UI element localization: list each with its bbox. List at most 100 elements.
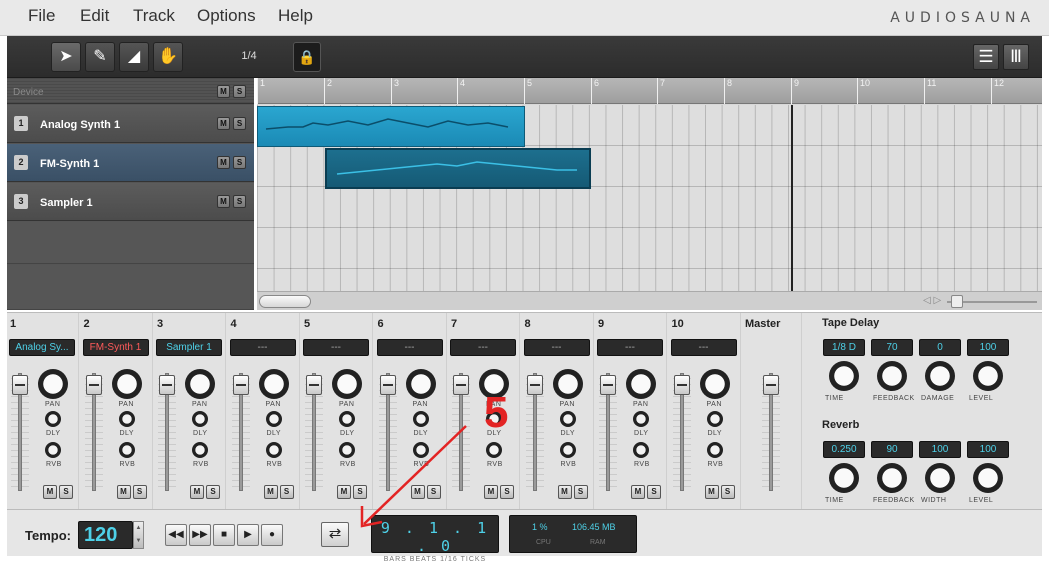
volume-fader-handle[interactable] xyxy=(526,375,543,395)
rewind-button[interactable]: ◀◀ xyxy=(165,524,187,546)
fx-parameter-value[interactable]: 0 xyxy=(919,339,961,356)
fx-parameter-knob[interactable] xyxy=(877,361,907,391)
fx-parameter-value[interactable]: 1/8 D xyxy=(823,339,865,356)
pattern-clip-selected[interactable] xyxy=(325,148,591,189)
track-solo-button[interactable]: S xyxy=(233,156,246,169)
stop-button[interactable]: ■ xyxy=(213,524,235,546)
channel-mute-button[interactable]: M xyxy=(263,485,278,499)
channel-solo-button[interactable]: S xyxy=(573,485,588,499)
channel-instrument-select[interactable]: --- xyxy=(670,339,737,356)
pattern-clip[interactable] xyxy=(257,106,525,147)
pan-knob[interactable] xyxy=(185,369,215,399)
volume-fader-handle[interactable] xyxy=(232,375,249,395)
pan-knob[interactable] xyxy=(699,369,730,399)
channel-solo-button[interactable]: S xyxy=(279,485,294,499)
pan-knob[interactable] xyxy=(626,369,656,399)
delay-send-knob[interactable] xyxy=(265,411,282,427)
reverb-send-knob[interactable] xyxy=(192,442,208,458)
reverb-send-knob[interactable] xyxy=(486,442,502,458)
zoom-arrows-icon[interactable]: ◁ ▷ xyxy=(923,295,941,306)
fx-parameter-knob[interactable] xyxy=(973,361,1003,391)
delay-send-knob[interactable] xyxy=(633,411,649,427)
pan-knob[interactable] xyxy=(405,369,436,399)
fx-parameter-value[interactable]: 90 xyxy=(871,441,913,458)
channel-instrument-select[interactable]: --- xyxy=(597,339,663,356)
volume-fader-handle[interactable] xyxy=(673,375,690,395)
fx-parameter-knob[interactable] xyxy=(973,463,1003,493)
reverb-send-knob[interactable] xyxy=(339,442,355,458)
channel-instrument-select[interactable]: --- xyxy=(523,339,590,356)
channel-solo-button[interactable]: S xyxy=(720,485,735,499)
channel-mute-button[interactable]: M xyxy=(557,485,572,499)
delay-send-knob[interactable] xyxy=(559,411,576,427)
tempo-stepper[interactable]: ▲ ▼ xyxy=(133,521,144,549)
fx-parameter-value[interactable]: 100 xyxy=(967,339,1009,356)
channel-solo-button[interactable]: S xyxy=(353,485,367,499)
channel-instrument-select[interactable]: FM-Synth 1 xyxy=(82,339,149,356)
track-row[interactable]: 3 Sampler 1 M S xyxy=(7,183,254,221)
volume-fader-handle[interactable] xyxy=(600,375,616,395)
channel-instrument-select[interactable]: --- xyxy=(303,339,369,356)
channel-solo-button[interactable]: S xyxy=(206,485,220,499)
reverb-send-knob[interactable] xyxy=(559,442,576,458)
fx-parameter-value[interactable]: 0.250 xyxy=(823,441,865,458)
channel-mute-button[interactable]: M xyxy=(410,485,425,499)
loop-button[interactable]: ⇄ xyxy=(321,522,349,547)
quantize-value[interactable]: 1/4 xyxy=(231,50,267,62)
fx-parameter-knob[interactable] xyxy=(925,361,955,391)
menu-track[interactable]: Track xyxy=(133,6,175,26)
fx-parameter-value[interactable]: 100 xyxy=(919,441,961,458)
volume-fader-handle[interactable] xyxy=(306,375,322,395)
reverb-send-knob[interactable] xyxy=(633,442,649,458)
fx-parameter-value[interactable]: 70 xyxy=(871,339,913,356)
song-end-marker[interactable] xyxy=(791,105,793,291)
track-mute-button[interactable]: M xyxy=(217,195,230,208)
channel-instrument-select[interactable]: --- xyxy=(450,339,516,356)
channel-mute-button[interactable]: M xyxy=(116,485,131,499)
pencil-tool-button[interactable]: ✎ xyxy=(85,42,115,72)
tempo-input[interactable]: 120 xyxy=(78,521,133,549)
eraser-tool-button[interactable]: ◢ xyxy=(119,42,149,72)
delay-send-knob[interactable] xyxy=(412,411,429,427)
fx-parameter-knob[interactable] xyxy=(829,463,859,493)
scrollbar-thumb[interactable] xyxy=(259,295,311,308)
pointer-tool-button[interactable]: ➤ xyxy=(51,42,81,72)
menu-help[interactable]: Help xyxy=(278,6,313,26)
channel-mute-button[interactable]: M xyxy=(43,485,57,499)
channel-solo-button[interactable]: S xyxy=(426,485,441,499)
channel-solo-button[interactable]: S xyxy=(59,485,73,499)
channel-mute-button[interactable]: M xyxy=(337,485,351,499)
zoom-slider-knob[interactable] xyxy=(951,295,963,308)
track-solo-button[interactable]: S xyxy=(233,195,246,208)
pan-knob[interactable] xyxy=(332,369,362,399)
volume-fader-handle[interactable] xyxy=(12,375,28,395)
hand-tool-button[interactable]: ✋ xyxy=(153,42,183,72)
arrangement-timeline[interactable]: 1 2 3 4 5 6 7 8 9 10 11 12 ◁ ▷ xyxy=(257,78,1042,310)
track-mute-button[interactable]: M xyxy=(217,156,230,169)
record-button[interactable]: ● xyxy=(261,524,283,546)
delay-send-knob[interactable] xyxy=(45,411,61,427)
reverb-send-knob[interactable] xyxy=(412,442,429,458)
channel-solo-button[interactable]: S xyxy=(500,485,514,499)
reverb-send-knob[interactable] xyxy=(45,442,61,458)
menu-options[interactable]: Options xyxy=(197,6,256,26)
delay-send-knob[interactable] xyxy=(192,411,208,427)
reverb-send-knob[interactable] xyxy=(706,442,723,458)
delay-send-knob[interactable] xyxy=(339,411,355,427)
channel-instrument-select[interactable]: --- xyxy=(229,339,296,356)
volume-fader-handle[interactable] xyxy=(85,375,102,395)
pan-knob[interactable] xyxy=(258,369,289,399)
volume-fader-handle[interactable] xyxy=(379,375,396,395)
fx-parameter-value[interactable]: 100 xyxy=(967,441,1009,458)
snap-lock-button[interactable]: 🔒 xyxy=(293,42,321,72)
delay-send-knob[interactable] xyxy=(706,411,723,427)
pan-knob[interactable] xyxy=(111,369,142,399)
delay-send-knob[interactable] xyxy=(118,411,135,427)
menu-edit[interactable]: Edit xyxy=(80,6,109,26)
channel-mute-button[interactable]: M xyxy=(484,485,498,499)
channel-mute-button[interactable]: M xyxy=(190,485,204,499)
channel-instrument-select[interactable]: --- xyxy=(376,339,443,356)
play-button[interactable]: ▶ xyxy=(237,524,259,546)
fx-parameter-knob[interactable] xyxy=(829,361,859,391)
fx-parameter-knob[interactable] xyxy=(877,463,907,493)
